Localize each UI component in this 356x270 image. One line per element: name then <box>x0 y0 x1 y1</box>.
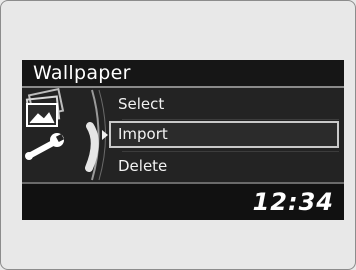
selection-arrow-icon <box>102 130 108 140</box>
menu-divider <box>122 119 339 120</box>
display-screen: Wallpaper Select Import Delete 12:34 <box>22 60 344 220</box>
wrench-icon <box>25 133 65 160</box>
menu-item-label: Import <box>118 125 168 143</box>
photo-stack-icon <box>25 87 65 127</box>
menu-divider <box>122 151 339 152</box>
wallpaper-settings-icon-graphic <box>25 87 106 181</box>
menu-item-import[interactable]: Import <box>102 121 339 148</box>
menu-item-select[interactable]: Select <box>109 91 339 118</box>
wallpaper-settings-icon <box>22 87 112 182</box>
clock-display: 12:34 <box>252 188 334 216</box>
menu-item-label: Delete <box>118 157 168 175</box>
screen-title: Wallpaper <box>22 60 344 86</box>
menu-item-delete[interactable]: Delete <box>109 153 339 180</box>
menu-item-label: Select <box>118 95 165 113</box>
manual-page: Wallpaper Select Import Delete 12:34 <box>0 0 356 270</box>
